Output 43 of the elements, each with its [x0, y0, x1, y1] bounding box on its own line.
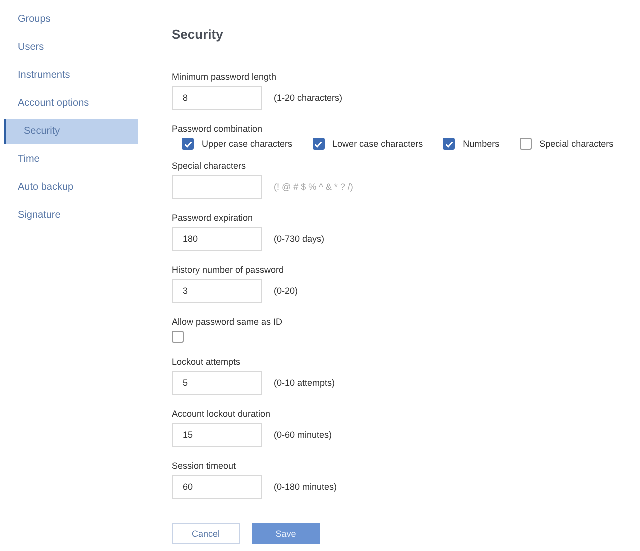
- input-field[interactable]: [172, 175, 262, 199]
- sidebar-item[interactable]: Time: [0, 150, 138, 169]
- hint-text: (1-20 characters): [274, 93, 343, 103]
- field-label: Session timeout: [172, 461, 236, 471]
- input-field[interactable]: 15: [172, 423, 262, 447]
- field-label: History number of password: [172, 265, 284, 275]
- field-label: Account lockout duration: [172, 409, 271, 419]
- checkbox-label: Numbers: [463, 139, 500, 149]
- sidebar-item[interactable]: Security: [4, 119, 138, 144]
- input-field[interactable]: 180: [172, 227, 262, 251]
- field-label: Minimum password length: [172, 72, 277, 82]
- input-field[interactable]: 8: [172, 86, 262, 110]
- hint-text: (0-180 minutes): [274, 482, 338, 492]
- field-label: Allow password same as ID: [172, 317, 283, 327]
- input-field[interactable]: 60: [172, 475, 262, 499]
- sidebar-item[interactable]: Auto backup: [0, 178, 138, 197]
- sidebar-item[interactable]: Signature: [0, 206, 138, 225]
- checkbox-label: Lower case characters: [332, 139, 424, 149]
- hint-text: (! @ # $ % ^ & * ? /): [274, 182, 354, 192]
- hint-text: (0-10 attempts): [274, 378, 336, 388]
- section-title: Security: [172, 27, 224, 42]
- checkbox[interactable]: [520, 138, 532, 150]
- checkbox[interactable]: [182, 138, 194, 150]
- input-field[interactable]: 5: [172, 371, 262, 395]
- sidebar-item[interactable]: Instruments: [0, 66, 138, 85]
- checkbox[interactable]: [312, 138, 325, 150]
- sidebar-item[interactable]: Groups: [0, 10, 138, 29]
- save-button[interactable]: Save: [252, 523, 320, 544]
- input-field[interactable]: 3: [172, 279, 262, 303]
- checkbox-label: Upper case characters: [202, 139, 293, 149]
- hint-text: (0-730 days): [274, 234, 325, 244]
- field-label: Special characters: [172, 161, 246, 171]
- hint-text: (0-20): [274, 286, 298, 296]
- checkbox[interactable]: [443, 138, 456, 150]
- cancel-button[interactable]: Cancel: [172, 523, 240, 544]
- checkbox[interactable]: [172, 331, 184, 343]
- field-label: Lockout attempts: [172, 357, 241, 367]
- field-label: Password combination: [172, 124, 263, 134]
- checkbox-label: Special characters: [540, 139, 614, 149]
- sidebar-item[interactable]: Account options: [0, 94, 138, 113]
- field-label: Password expiration: [172, 213, 254, 223]
- hint-text: (0-60 minutes): [274, 430, 332, 440]
- sidebar-item[interactable]: Users: [0, 38, 138, 57]
